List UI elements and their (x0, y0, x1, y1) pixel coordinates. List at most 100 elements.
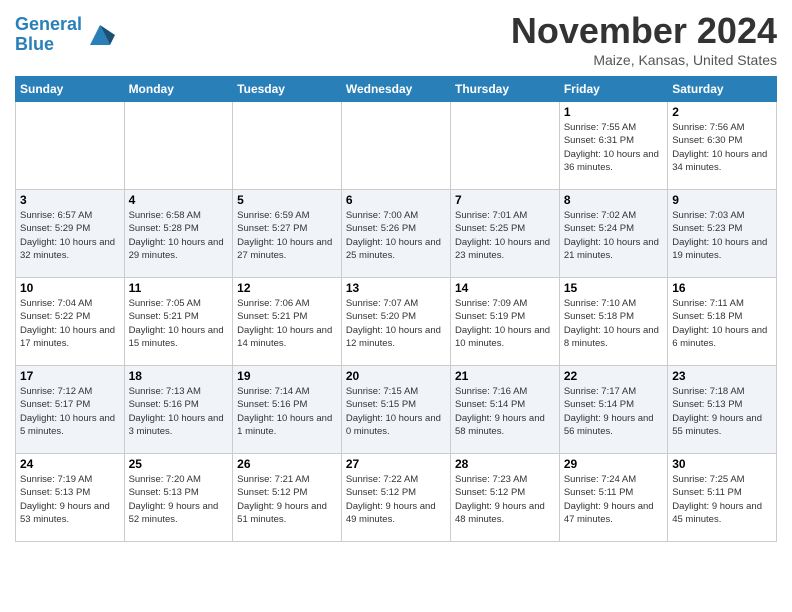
day-number: 18 (129, 369, 229, 383)
day-number: 16 (672, 281, 772, 295)
logo-icon (85, 20, 115, 50)
day-number: 19 (237, 369, 337, 383)
day-info: Sunrise: 7:00 AM Sunset: 5:26 PM Dayligh… (346, 209, 446, 262)
table-row: 1Sunrise: 7:55 AM Sunset: 6:31 PM Daylig… (559, 102, 667, 190)
day-info: Sunrise: 7:18 AM Sunset: 5:13 PM Dayligh… (672, 385, 772, 438)
day-info: Sunrise: 7:11 AM Sunset: 5:18 PM Dayligh… (672, 297, 772, 350)
table-row: 18 Sunrise: 7:13 AM Sunset: 5:16 PM Dayli… (124, 366, 233, 454)
logo-content: General Blue (15, 15, 115, 55)
day-info: Sunrise: 7:07 AM Sunset: 5:20 PM Dayligh… (346, 297, 446, 350)
day-number: 2 (672, 105, 772, 119)
day-info: Sunrise: 7:12 AM Sunset: 5:17 PM Dayligh… (20, 385, 120, 438)
table-row: 26 Sunrise: 7:21 AM Sunset: 5:12 PM Dayli… (233, 454, 342, 542)
day-number: 30 (672, 457, 772, 471)
day-info: Sunrise: 6:58 AM Sunset: 5:28 PM Dayligh… (129, 209, 229, 262)
calendar-table: Sunday Monday Tuesday Wednesday Thursday… (15, 76, 777, 542)
table-row: 21 Sunrise: 7:16 AM Sunset: 5:14 PM Dayli… (450, 366, 559, 454)
calendar-header-row: Sunday Monday Tuesday Wednesday Thursday… (16, 77, 777, 102)
day-number: 17 (20, 369, 120, 383)
logo: General Blue (15, 15, 115, 55)
table-row (233, 102, 342, 190)
table-row: 12Sunrise: 7:06 AM Sunset: 5:21 PM Dayli… (233, 278, 342, 366)
table-row: 16 Sunrise: 7:11 AM Sunset: 5:18 PM Dayli… (668, 278, 777, 366)
day-info: Sunrise: 6:57 AM Sunset: 5:29 PM Dayligh… (20, 209, 120, 262)
day-number: 27 (346, 457, 446, 471)
day-info: Sunrise: 7:19 AM Sunset: 5:13 PM Dayligh… (20, 473, 120, 526)
col-saturday: Saturday (668, 77, 777, 102)
location: Maize, Kansas, United States (511, 52, 777, 68)
col-sunday: Sunday (16, 77, 125, 102)
header: General Blue November 2024 Maize, Kansas… (15, 10, 777, 68)
table-row: 24 Sunrise: 7:19 AM Sunset: 5:13 PM Dayli… (16, 454, 125, 542)
table-row: 27 Sunrise: 7:22 AM Sunset: 5:12 PM Dayli… (341, 454, 450, 542)
day-info: Sunrise: 7:01 AM Sunset: 5:25 PM Dayligh… (455, 209, 555, 262)
day-info: Sunrise: 7:15 AM Sunset: 5:15 PM Dayligh… (346, 385, 446, 438)
table-row: 25 Sunrise: 7:20 AM Sunset: 5:13 PM Dayli… (124, 454, 233, 542)
title-block: November 2024 Maize, Kansas, United Stat… (511, 10, 777, 68)
table-row: 20 Sunrise: 7:15 AM Sunset: 5:15 PM Dayli… (341, 366, 450, 454)
day-number: 20 (346, 369, 446, 383)
col-wednesday: Wednesday (341, 77, 450, 102)
day-info: Sunrise: 7:56 AM Sunset: 6:30 PM Dayligh… (672, 121, 772, 174)
table-row: 22 Sunrise: 7:17 AM Sunset: 5:14 PM Dayli… (559, 366, 667, 454)
day-info: Sunrise: 7:13 AM Sunset: 5:16 PM Dayligh… (129, 385, 229, 438)
day-number: 15 (564, 281, 663, 295)
table-row: 19 Sunrise: 7:14 AM Sunset: 5:16 PM Dayli… (233, 366, 342, 454)
day-info: Sunrise: 7:23 AM Sunset: 5:12 PM Dayligh… (455, 473, 555, 526)
table-row: 9Sunrise: 7:03 AM Sunset: 5:23 PM Daylig… (668, 190, 777, 278)
day-info: Sunrise: 7:10 AM Sunset: 5:18 PM Dayligh… (564, 297, 663, 350)
day-info: Sunrise: 7:25 AM Sunset: 5:11 PM Dayligh… (672, 473, 772, 526)
page-container: General Blue November 2024 Maize, Kansas… (0, 0, 792, 547)
day-number: 7 (455, 193, 555, 207)
day-info: Sunrise: 7:14 AM Sunset: 5:16 PM Dayligh… (237, 385, 337, 438)
day-number: 12 (237, 281, 337, 295)
day-info: Sunrise: 7:20 AM Sunset: 5:13 PM Dayligh… (129, 473, 229, 526)
day-info: Sunrise: 7:17 AM Sunset: 5:14 PM Dayligh… (564, 385, 663, 438)
day-number: 11 (129, 281, 229, 295)
table-row: 11 Sunrise: 7:05 AM Sunset: 5:21 PM Dayli… (124, 278, 233, 366)
day-number: 23 (672, 369, 772, 383)
table-row: 6 Sunrise: 7:00 AM Sunset: 5:26 PM Daylig… (341, 190, 450, 278)
day-number: 25 (129, 457, 229, 471)
table-row: 30 Sunrise: 7:25 AM Sunset: 5:11 PM Dayli… (668, 454, 777, 542)
day-number: 8 (564, 193, 663, 207)
day-info: Sunrise: 6:59 AM Sunset: 5:27 PM Dayligh… (237, 209, 337, 262)
table-row: 29 Sunrise: 7:24 AM Sunset: 5:11 PM Dayli… (559, 454, 667, 542)
day-info: Sunrise: 7:02 AM Sunset: 5:24 PM Dayligh… (564, 209, 663, 262)
day-info: Sunrise: 7:21 AM Sunset: 5:12 PM Dayligh… (237, 473, 337, 526)
table-row: 2 Sunrise: 7:56 AM Sunset: 6:30 PM Daylig… (668, 102, 777, 190)
table-row (124, 102, 233, 190)
table-row: 13 Sunrise: 7:07 AM Sunset: 5:20 PM Dayli… (341, 278, 450, 366)
table-row: 17 Sunrise: 7:12 AM Sunset: 5:17 PM Dayli… (16, 366, 125, 454)
table-row: 15 Sunrise: 7:10 AM Sunset: 5:18 PM Dayli… (559, 278, 667, 366)
day-info: Sunrise: 7:16 AM Sunset: 5:14 PM Dayligh… (455, 385, 555, 438)
table-row: 3 Sunrise: 6:57 AM Sunset: 5:29 PM Daylig… (16, 190, 125, 278)
day-number: 3 (20, 193, 120, 207)
col-thursday: Thursday (450, 77, 559, 102)
day-number: 6 (346, 193, 446, 207)
day-number: 10 (20, 281, 120, 295)
table-row: 23 Sunrise: 7:18 AM Sunset: 5:13 PM Dayli… (668, 366, 777, 454)
table-row: 28 Sunrise: 7:23 AM Sunset: 5:12 PM Dayli… (450, 454, 559, 542)
month-title: November 2024 (511, 10, 777, 52)
table-row: 8 Sunrise: 7:02 AM Sunset: 5:24 PM Daylig… (559, 190, 667, 278)
day-number: 1 (564, 105, 663, 119)
day-number: 26 (237, 457, 337, 471)
day-number: 14 (455, 281, 555, 295)
day-info: Sunrise: 7:04 AM Sunset: 5:22 PM Dayligh… (20, 297, 120, 350)
day-number: 28 (455, 457, 555, 471)
day-number: 21 (455, 369, 555, 383)
table-row: 4 Sunrise: 6:58 AM Sunset: 5:28 PM Daylig… (124, 190, 233, 278)
day-number: 24 (20, 457, 120, 471)
day-number: 22 (564, 369, 663, 383)
day-number: 13 (346, 281, 446, 295)
day-number: 4 (129, 193, 229, 207)
day-info: Sunrise: 7:05 AM Sunset: 5:21 PM Dayligh… (129, 297, 229, 350)
day-info: Sunrise: 7:24 AM Sunset: 5:11 PM Dayligh… (564, 473, 663, 526)
col-monday: Monday (124, 77, 233, 102)
day-info: Sunrise: 7:22 AM Sunset: 5:12 PM Dayligh… (346, 473, 446, 526)
day-number: 5 (237, 193, 337, 207)
table-row: 14 Sunrise: 7:09 AM Sunset: 5:19 PM Dayli… (450, 278, 559, 366)
day-info: Sunrise: 7:09 AM Sunset: 5:19 PM Dayligh… (455, 297, 555, 350)
day-number: 29 (564, 457, 663, 471)
